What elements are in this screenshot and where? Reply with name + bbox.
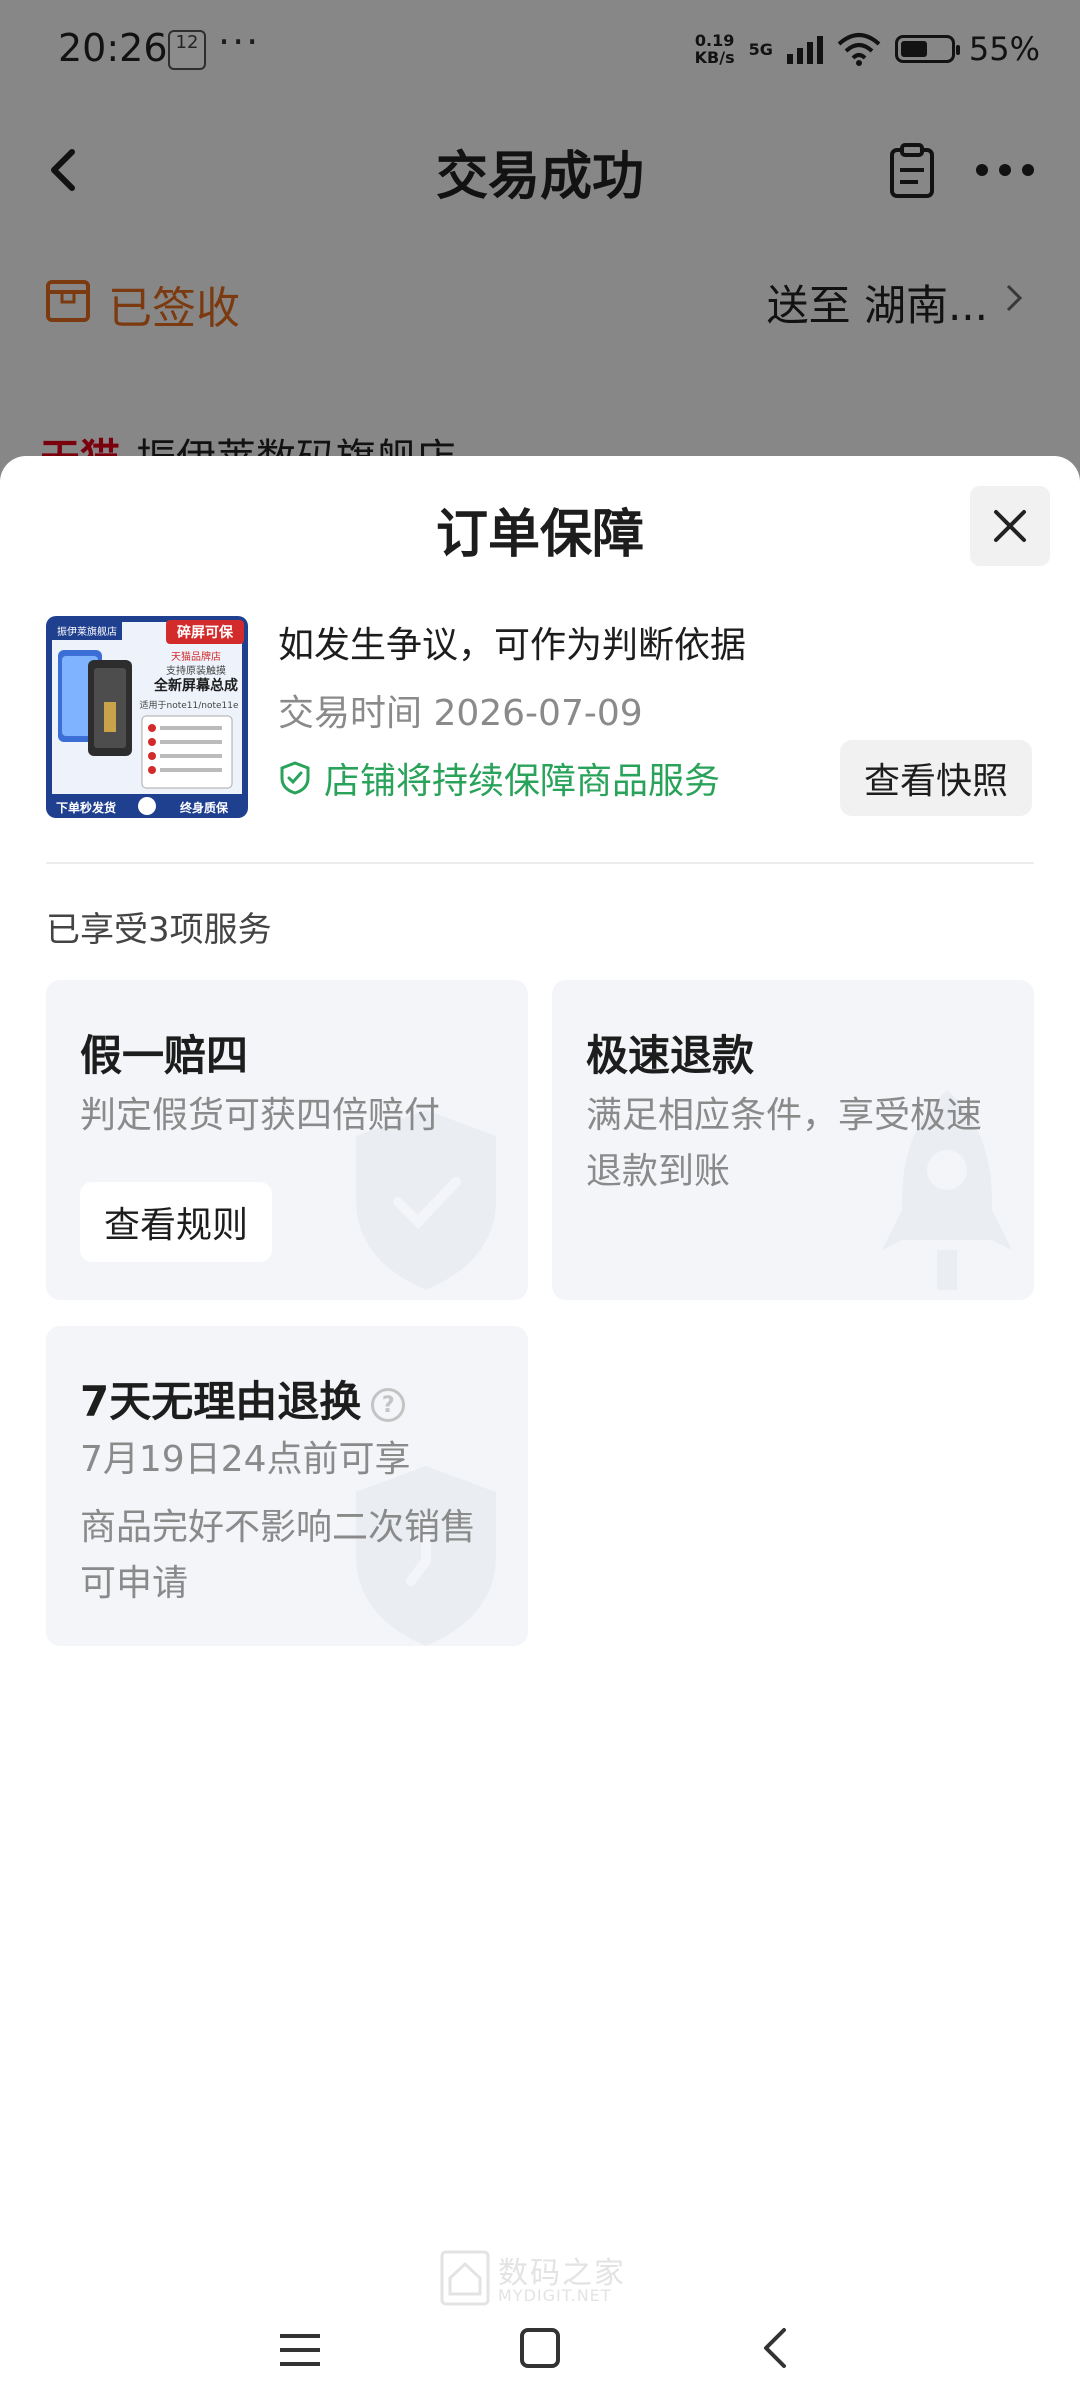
service-card-fake-compensation[interactable]: 假一赔四 判定假货可获四倍赔付 查看规则 [46, 980, 528, 1300]
image-bottom-left: 下单秒发货 [56, 800, 116, 815]
view-snapshot-button[interactable]: 查看快照 [840, 740, 1032, 816]
product-image[interactable]: 振伊莱旗舰店 碎屏可保 天猫品牌店 支持原装触摸 全新屏幕总成 适用于note1… [46, 616, 248, 818]
dispute-note: 如发生争议，可作为判断依据 [278, 625, 747, 666]
image-shop-label: 振伊莱旗舰店 [57, 625, 117, 638]
sheet-title: 订单保障 [435, 505, 644, 565]
divider [46, 862, 1034, 864]
service-card-7day-return[interactable]: 7天无理由退换? 7月19日24点前可享 商品完好不影响二次销售可申请 [46, 1326, 528, 1646]
guarantee-text: 店铺将持续保障商品服务 [324, 761, 721, 802]
back-arrow-icon[interactable] [750, 2320, 806, 2376]
close-icon [994, 510, 1026, 542]
close-button[interactable] [970, 486, 1050, 566]
view-rules-button[interactable]: 查看规则 [80, 1182, 272, 1262]
service-card-fast-refund[interactable]: 极速退款 满足相应条件，享受极速退款到账 [552, 980, 1034, 1300]
service-title: 假一赔四 [80, 1031, 249, 1080]
image-brand: 天猫品牌店 [171, 650, 221, 663]
order-guarantee-sheet: 订单保障 振伊莱旗舰店 碎屏可保 天猫品牌店 支持原装触摸 全新屏幕总成 适用于… [0, 456, 1080, 2400]
system-nav-bar [0, 2300, 1080, 2400]
services-count: 已享受3项服务 [46, 910, 272, 950]
home-square-icon[interactable] [512, 2320, 568, 2376]
service-title: 极速退款 [586, 1031, 755, 1080]
trade-time: 交易时间 2026-07-09 [278, 693, 643, 734]
service-deadline: 7月19日24点前可享 [80, 1439, 411, 1480]
image-headline: 全新屏幕总成 [153, 677, 238, 694]
service-desc: 商品完好不影响二次销售可申请 [80, 1507, 477, 1604]
service-desc: 判定假货可获四倍赔付 [80, 1095, 441, 1136]
service-desc: 满足相应条件，享受极速退款到账 [586, 1095, 983, 1192]
image-bottom-right: 终身质保 [180, 800, 229, 815]
help-icon[interactable]: ? [371, 1387, 406, 1422]
menu-icon[interactable] [272, 2322, 328, 2378]
image-tag: 碎屏可保 [177, 624, 234, 641]
service-title: 7天无理由退换 [80, 1377, 362, 1426]
image-model: 适用于note11/note11e [139, 700, 238, 711]
house-logo-icon [440, 2250, 490, 2306]
image-sub: 支持原装触摸 [166, 664, 226, 677]
shield-check-icon [280, 761, 310, 795]
service-title-row: 7天无理由退换? [80, 1368, 406, 1429]
guarantee-line: 店铺将持续保障商品服务 [278, 752, 720, 804]
